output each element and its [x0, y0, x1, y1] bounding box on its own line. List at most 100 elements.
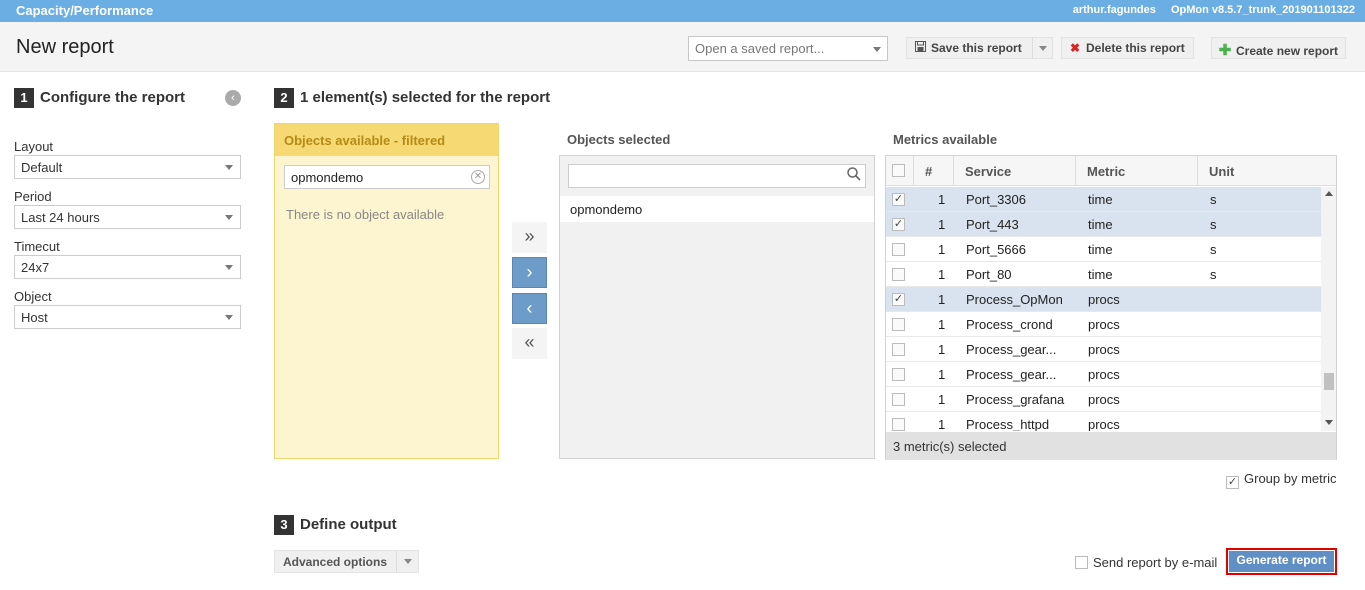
- chevron-right-icon: ›: [526, 262, 533, 282]
- metric-row-num: 1: [938, 417, 946, 431]
- search-icon[interactable]: [847, 167, 861, 184]
- metric-row-service: Process_httpd: [966, 417, 1050, 431]
- send-email-checkbox[interactable]: [1075, 556, 1088, 569]
- metric-row-service: Process_gear...: [966, 342, 1057, 357]
- metric-row-checkbox[interactable]: ✓: [892, 218, 905, 231]
- move-right-button[interactable]: ›: [512, 257, 547, 288]
- move-all-left-button[interactable]: «: [512, 328, 547, 359]
- saved-report-placeholder: Open a saved report...: [695, 41, 825, 56]
- metric-row[interactable]: ✓ 1 Port_3306 time s: [886, 187, 1321, 212]
- selected-object-item[interactable]: opmondemo: [560, 196, 874, 222]
- delete-report-button[interactable]: ✖ Delete this report: [1061, 37, 1194, 59]
- select-all-checkbox[interactable]: [892, 164, 905, 177]
- metric-row-num: 1: [938, 367, 946, 382]
- metric-row-metric: procs: [1088, 392, 1120, 407]
- delete-report-label: Delete this report: [1086, 41, 1185, 55]
- metric-row-service: Port_3306: [966, 192, 1026, 207]
- column-num[interactable]: #: [913, 156, 953, 186]
- metric-row[interactable]: 1 Process_gear... procs: [886, 337, 1321, 362]
- period-label: Period: [14, 189, 52, 204]
- double-chevron-right-icon: »: [524, 226, 535, 246]
- metric-row-metric: time: [1088, 192, 1113, 207]
- metric-row-num: 1: [938, 267, 946, 282]
- save-report-button[interactable]: Save this report: [906, 37, 1053, 59]
- metric-row[interactable]: ✓ 1 Process_OpMon procs: [886, 287, 1321, 312]
- step-3-title: Define output: [300, 515, 397, 533]
- metric-row-service: Process_grafana: [966, 392, 1065, 407]
- metric-row[interactable]: 1 Process_grafana procs: [886, 387, 1321, 412]
- metrics-scrollbar[interactable]: [1321, 187, 1336, 431]
- metric-row-checkbox[interactable]: [892, 368, 905, 381]
- scroll-thumb[interactable]: [1324, 373, 1334, 390]
- metric-row[interactable]: 1 Port_5666 time s: [886, 237, 1321, 262]
- metric-row[interactable]: 1 Process_httpd procs: [886, 412, 1321, 431]
- metric-row-num: 1: [938, 217, 946, 232]
- scroll-down-icon[interactable]: [1325, 420, 1333, 425]
- object-label: Object: [14, 289, 52, 304]
- collapse-left-icon[interactable]: ‹: [225, 90, 241, 106]
- save-report-label: Save this report: [931, 41, 1022, 55]
- app-title[interactable]: Capacity/Performance: [16, 3, 153, 18]
- metrics-selected-count: 3 metric(s) selected: [886, 432, 1336, 460]
- timecut-select[interactable]: 24x7: [14, 255, 241, 279]
- move-all-right-button[interactable]: »: [512, 222, 547, 253]
- metric-row-checkbox[interactable]: [892, 343, 905, 356]
- advanced-options-dropdown[interactable]: [396, 551, 418, 572]
- chevron-down-icon: [225, 165, 233, 170]
- column-unit[interactable]: Unit: [1197, 156, 1336, 186]
- metric-row-checkbox[interactable]: [892, 418, 905, 431]
- move-left-button[interactable]: ‹: [512, 293, 547, 324]
- scroll-up-icon[interactable]: [1325, 191, 1333, 196]
- metric-row-service: Port_5666: [966, 242, 1026, 257]
- column-metric[interactable]: Metric: [1075, 156, 1197, 186]
- metric-row-metric: time: [1088, 267, 1113, 282]
- send-email-toggle[interactable]: Send report by e-mail: [1075, 555, 1217, 570]
- metric-row[interactable]: 1 Port_80 time s: [886, 262, 1321, 287]
- step-2-heading: 2 1 element(s) selected for the report: [274, 88, 550, 108]
- metric-row-unit: s: [1210, 217, 1217, 232]
- generate-report-button[interactable]: Generate report: [1226, 548, 1337, 575]
- step-3-heading: 3 Define output: [274, 515, 397, 535]
- metric-row-checkbox[interactable]: ✓: [892, 293, 905, 306]
- selected-search-input[interactable]: [568, 164, 866, 188]
- empty-message: There is no object available: [286, 207, 445, 222]
- plus-icon: ✚: [1218, 42, 1232, 59]
- create-report-label: Create new report: [1236, 44, 1339, 58]
- metric-row-metric: time: [1088, 242, 1113, 257]
- group-by-metric-toggle[interactable]: ✓ Group by metric: [1226, 471, 1336, 489]
- saved-report-select[interactable]: Open a saved report...: [688, 36, 888, 61]
- save-options-dropdown[interactable]: [1032, 38, 1052, 58]
- metric-row-metric: procs: [1088, 292, 1120, 307]
- page-header: New report Open a saved report... Save t…: [0, 22, 1365, 72]
- objects-selected-panel: opmondemo: [559, 155, 875, 459]
- metric-row-metric: procs: [1088, 417, 1120, 431]
- metric-row[interactable]: 1 Process_gear... procs: [886, 362, 1321, 387]
- layout-select[interactable]: Default: [14, 155, 241, 179]
- metric-row-checkbox[interactable]: ✓: [892, 193, 905, 206]
- create-report-button[interactable]: ✚ Create new report: [1211, 37, 1346, 59]
- chevron-down-icon: [225, 265, 233, 270]
- step-1-number: 1: [14, 88, 34, 108]
- period-select[interactable]: Last 24 hours: [14, 205, 241, 229]
- metric-row-checkbox[interactable]: [892, 268, 905, 281]
- step-1-heading: 1 Configure the report: [14, 88, 185, 108]
- objects-filter-input[interactable]: opmondemo ✕: [284, 165, 490, 189]
- metrics-table: # Service Metric Unit ✓ 1 Port_3306 time s ✓ 1…: [885, 155, 1337, 460]
- group-by-metric-checkbox[interactable]: ✓: [1226, 476, 1239, 489]
- chevron-left-icon: ‹: [526, 298, 533, 318]
- metric-row-num: 1: [938, 342, 946, 357]
- column-service[interactable]: Service: [953, 156, 1075, 186]
- advanced-options-button[interactable]: Advanced options: [274, 550, 419, 573]
- version-label: OpMon v8.5.7_trunk_201901101322: [1170, 4, 1355, 16]
- step-3-number: 3: [274, 515, 294, 535]
- metric-row-checkbox[interactable]: [892, 243, 905, 256]
- metric-row-service: Port_80: [966, 267, 1012, 282]
- metric-row-checkbox[interactable]: [892, 318, 905, 331]
- object-select[interactable]: Host: [14, 305, 241, 329]
- metric-row[interactable]: ✓ 1 Port_443 time s: [886, 212, 1321, 237]
- username[interactable]: arthur.fagundes: [1073, 4, 1156, 16]
- clear-filter-icon[interactable]: ✕: [471, 170, 485, 184]
- metric-row-checkbox[interactable]: [892, 393, 905, 406]
- metric-row[interactable]: 1 Process_crond procs: [886, 312, 1321, 337]
- floppy-disk-icon: [913, 41, 927, 55]
